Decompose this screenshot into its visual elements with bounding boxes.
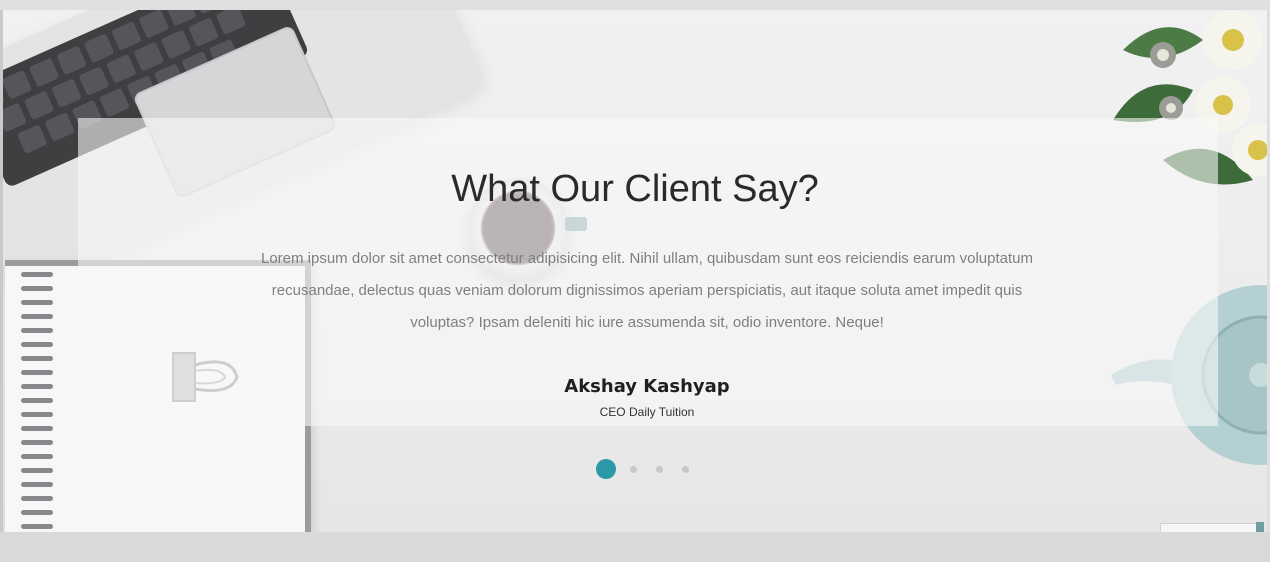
author-role: CEO Daily Tuition bbox=[599, 405, 695, 419]
carousel-dot-4[interactable] bbox=[682, 466, 689, 473]
carousel-dot-3[interactable] bbox=[656, 466, 663, 473]
author-name: Akshay Kashyap bbox=[564, 376, 730, 397]
notebook-spiral bbox=[21, 272, 57, 532]
carousel-dot-2[interactable] bbox=[630, 466, 637, 473]
next-section-edge bbox=[0, 532, 1270, 562]
testimonial-section: What Our Client Say? Lorem ipsum dolor s… bbox=[0, 0, 1270, 562]
carousel-pagination bbox=[596, 459, 696, 481]
carousel-dot-1[interactable] bbox=[596, 459, 616, 479]
section-heading: What Our Client Say? bbox=[451, 168, 819, 210]
testimonial-quote: Lorem ipsum dolor sit amet consectetur a… bbox=[260, 250, 1034, 331]
edge-strip bbox=[0, 10, 3, 532]
